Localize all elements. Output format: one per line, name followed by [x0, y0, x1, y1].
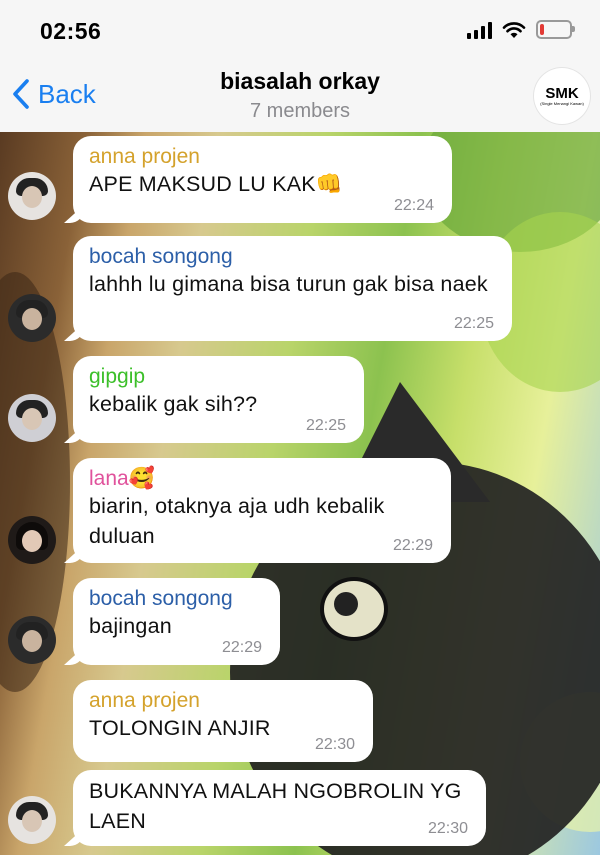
message-bubble[interactable]: anna projen APE MAKSUD LU KAK👊 22:24 — [73, 136, 452, 223]
message-time: 22:30 — [427, 820, 468, 837]
group-avatar[interactable]: SMK (Single Menangi Kawan) — [534, 68, 590, 124]
message-text: kebalik gak sih?? — [89, 392, 258, 416]
message-bubble[interactable]: lana🥰 biarin, otaknya aja udh kebalik du… — [73, 458, 451, 563]
avatar[interactable] — [8, 172, 56, 220]
message-text: lahhh lu gimana bisa turun gak bisa naek — [89, 272, 488, 296]
chat-area[interactable]: anna projen APE MAKSUD LU KAK👊 22:24 boc… — [0, 132, 600, 855]
member-count: 7 members — [249, 100, 351, 122]
message-time: 22:25 — [305, 417, 346, 434]
message-time: 22:30 — [314, 736, 355, 753]
message-bubble[interactable]: anna projen TOLONGIN ANJIR 22:30 — [73, 680, 373, 762]
battery-icon — [536, 20, 575, 39]
avatar[interactable] — [8, 516, 56, 564]
sender-name[interactable]: lana🥰 — [89, 466, 435, 491]
chat-title[interactable]: biasalah orkay — [0, 68, 600, 95]
message-bubble[interactable]: bocah songong bajingan 22:29 — [73, 578, 280, 665]
clock: 02:56 — [40, 18, 102, 44]
message-text: BUKANNYA MALAH NGOBROLIN YG LAEN — [89, 779, 462, 833]
sender-name[interactable]: bocah songong — [89, 244, 496, 269]
wifi-icon — [502, 21, 526, 38]
status-icons — [467, 20, 575, 39]
message-bubble[interactable]: bocah songong lahhh lu gimana bisa turun… — [73, 236, 512, 341]
message-bubble[interactable]: gipgip kebalik gak sih?? 22:25 — [73, 356, 364, 443]
group-avatar-text: SMK — [545, 84, 579, 102]
battery-level — [540, 24, 544, 35]
sender-name[interactable]: anna projen — [89, 688, 357, 713]
message-text: biarin, otaknya aja udh kebalik duluan — [89, 494, 385, 548]
message-time: 22:29 — [221, 639, 262, 656]
avatar[interactable] — [8, 394, 56, 442]
avatar[interactable] — [8, 796, 56, 844]
sender-name[interactable]: bocah songong — [89, 586, 264, 611]
message-text: APE MAKSUD LU KAK👊 — [89, 172, 343, 196]
avatar[interactable] — [8, 294, 56, 342]
message-time: 22:29 — [392, 537, 433, 554]
message-time: 22:24 — [393, 197, 434, 214]
group-avatar-subtext: (Single Menangi Kawan) — [540, 100, 584, 106]
sender-name[interactable]: gipgip — [89, 364, 348, 389]
message-bubble[interactable]: BUKANNYA MALAH NGOBROLIN YG LAEN 22:30 — [73, 770, 486, 846]
chat-header: Back biasalah orkay 7 members SMK (Singl… — [0, 62, 600, 133]
status-bar: 02:56 — [0, 0, 600, 62]
signal-icon — [467, 21, 492, 39]
avatar[interactable] — [8, 616, 56, 664]
message-time: 22:25 — [453, 315, 494, 332]
sender-name[interactable]: anna projen — [89, 144, 436, 169]
message-text: bajingan — [89, 614, 172, 638]
